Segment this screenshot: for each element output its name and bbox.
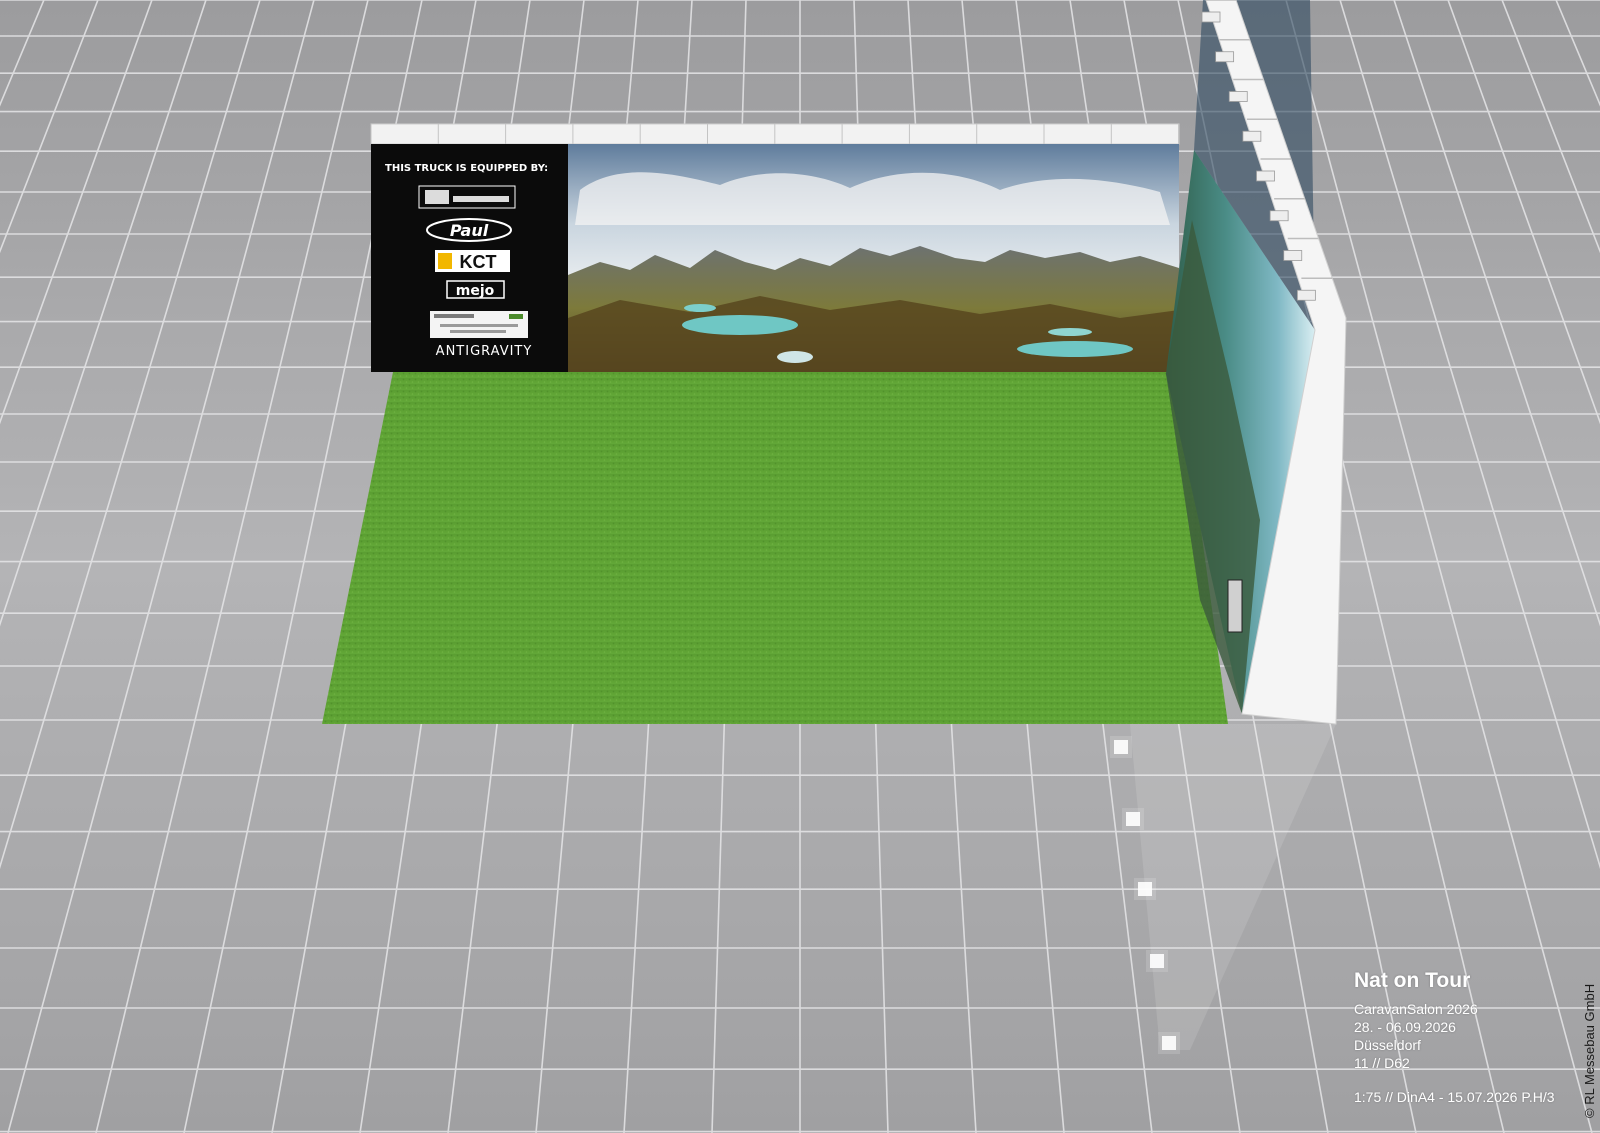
booth-scene: THIS TRUCK IS EQUIPPED BY: Paul KCT mejo… — [0, 0, 1600, 1133]
svg-text:mejo: mejo — [456, 283, 495, 299]
antigravity-logo: ANTIGRAVITY — [436, 344, 533, 359]
hall-stand: 11 // D62 — [1354, 1055, 1410, 1071]
copyright-notice: © RL Messebau GmbH — [1582, 983, 1597, 1118]
drawing-caption: Nat on Tour CaravanSalon 2026 28. - 06.0… — [1354, 968, 1555, 1106]
grass-carpet — [322, 372, 1228, 724]
project-title: Nat on Tour — [1354, 969, 1471, 992]
event-dates: 28. - 06.09.2026 — [1354, 1019, 1456, 1035]
sponsor-heading: THIS TRUCK IS EQUIPPED BY: — [385, 163, 548, 174]
landscape-graphic — [568, 144, 1179, 372]
side-wall-qr — [1227, 579, 1243, 633]
event-city: Düsseldorf — [1354, 1037, 1421, 1053]
kct-logo: KCT — [435, 250, 510, 272]
partner-badge — [430, 311, 528, 338]
event-name: CaravanSalon 2026 — [1354, 1001, 1478, 1017]
svg-text:KCT: KCT — [460, 252, 497, 272]
svg-text:Paul: Paul — [450, 221, 489, 240]
scale-line: 1:75 // DinA4 - 15.07.2026 P.H/3 — [1354, 1089, 1555, 1105]
